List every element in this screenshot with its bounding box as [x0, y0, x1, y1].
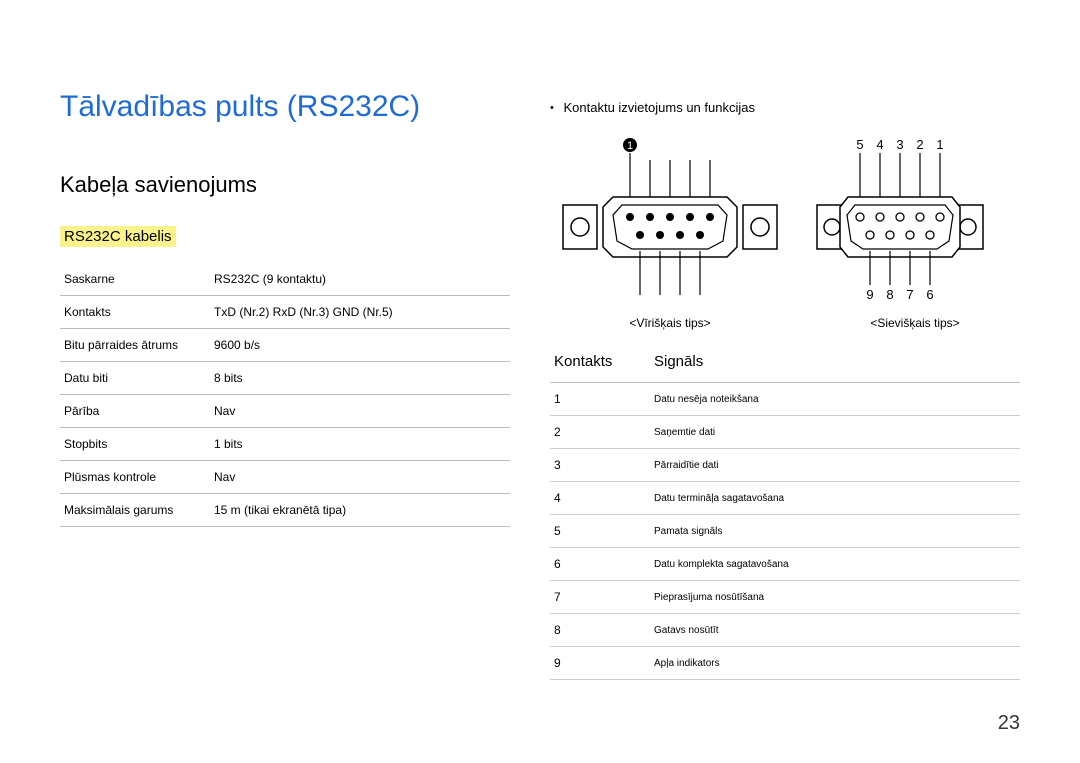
specs-key: Plūsmas kontrole [60, 461, 210, 494]
pin-row: 9Apļa indikators [550, 647, 1020, 680]
pin-number: 6 [550, 548, 650, 581]
specs-value: 8 bits [210, 362, 510, 395]
pin-number: 4 [550, 482, 650, 515]
specs-row: PārībaNav [60, 395, 510, 428]
svg-text:1: 1 [936, 137, 943, 152]
svg-text:6: 6 [926, 287, 933, 302]
pin-number: 9 [550, 647, 650, 680]
connector-diagrams: 1 [550, 135, 1020, 330]
pin-number: 5 [550, 515, 650, 548]
pin-signal: Datu nesēja noteikšana [650, 383, 1020, 416]
pin-signal: Saņemtie dati [650, 416, 1020, 449]
col-contact: Kontakts [550, 345, 650, 383]
specs-key: Datu biti [60, 362, 210, 395]
section-heading: Kabeļa savienojums [60, 172, 510, 198]
pinout-heading-row: • Kontaktu izvietojums un funkcijas [550, 100, 1020, 115]
pin-signal: Pārraidītie dati [650, 449, 1020, 482]
svg-text:9: 9 [866, 287, 873, 302]
specs-row: Datu biti8 bits [60, 362, 510, 395]
svg-text:2: 2 [916, 137, 923, 152]
female-connector-diagram: 5 4 3 2 1 [815, 135, 1015, 310]
svg-text:8: 8 [886, 287, 893, 302]
svg-text:5: 5 [856, 137, 863, 152]
specs-key: Pārība [60, 395, 210, 428]
male-label: <Vīrišķais tips> [555, 316, 785, 330]
svg-text:3: 3 [896, 137, 903, 152]
pin-row: 4Datu termināļa sagatavošana [550, 482, 1020, 515]
page-title: Tālvadības pults (RS232C) [60, 90, 510, 124]
pin-number: 8 [550, 614, 650, 647]
pin-number: 7 [550, 581, 650, 614]
specs-key: Bitu pārraides ātrums [60, 329, 210, 362]
specs-key: Stopbits [60, 428, 210, 461]
male-connector-diagram: 1 [555, 135, 785, 310]
svg-text:4: 4 [876, 137, 883, 152]
specs-key: Kontakts [60, 296, 210, 329]
pin-signal: Datu komplekta sagatavošana [650, 548, 1020, 581]
svg-text:7: 7 [906, 287, 913, 302]
specs-row: Bitu pārraides ātrums9600 b/s [60, 329, 510, 362]
specs-value: Nav [210, 395, 510, 428]
specs-value: 1 bits [210, 428, 510, 461]
specs-row: KontaktsTxD (Nr.2) RxD (Nr.3) GND (Nr.5) [60, 296, 510, 329]
pin-row: 8Gatavs nosūtīt [550, 614, 1020, 647]
pin-signal: Gatavs nosūtīt [650, 614, 1020, 647]
pin-row: 5Pamata signāls [550, 515, 1020, 548]
page-number: 23 [998, 712, 1020, 735]
specs-table: SaskarneRS232C (9 kontaktu)KontaktsTxD (… [60, 263, 510, 527]
pin-signal: Datu termināļa sagatavošana [650, 482, 1020, 515]
pin-row: 3Pārraidītie dati [550, 449, 1020, 482]
female-label: <Sievišķais tips> [815, 316, 1015, 330]
specs-key: Maksimālais garums [60, 494, 210, 527]
pin-number: 1 [550, 383, 650, 416]
bullet-icon: • [550, 102, 554, 114]
pin-row: 1Datu nesēja noteikšana [550, 383, 1020, 416]
pin-number: 2 [550, 416, 650, 449]
subsection-heading: RS232C kabelis [60, 226, 176, 247]
specs-value: Nav [210, 461, 510, 494]
specs-row: SaskarneRS232C (9 kontaktu) [60, 263, 510, 296]
specs-value: TxD (Nr.2) RxD (Nr.3) GND (Nr.5) [210, 296, 510, 329]
pin-row: 6Datu komplekta sagatavošana [550, 548, 1020, 581]
pin-row: 2Saņemtie dati [550, 416, 1020, 449]
specs-value: 9600 b/s [210, 329, 510, 362]
pin-signal: Pieprasījuma nosūtīšana [650, 581, 1020, 614]
pin1-marker: 1 [627, 140, 633, 152]
pinout-heading: Kontaktu izvietojums un funkcijas [563, 100, 754, 115]
specs-row: Plūsmas kontroleNav [60, 461, 510, 494]
pin-number: 3 [550, 449, 650, 482]
specs-row: Maksimālais garums15 m (tikai ekranētā t… [60, 494, 510, 527]
pin-signal: Apļa indikators [650, 647, 1020, 680]
specs-value: 15 m (tikai ekranētā tipa) [210, 494, 510, 527]
pin-row: 7Pieprasījuma nosūtīšana [550, 581, 1020, 614]
specs-key: Saskarne [60, 263, 210, 296]
col-signal: Signāls [650, 345, 1020, 383]
pin-signal-table: Kontakts Signāls 1Datu nesēja noteikšana… [550, 345, 1020, 680]
pin-signal: Pamata signāls [650, 515, 1020, 548]
specs-row: Stopbits1 bits [60, 428, 510, 461]
specs-value: RS232C (9 kontaktu) [210, 263, 510, 296]
